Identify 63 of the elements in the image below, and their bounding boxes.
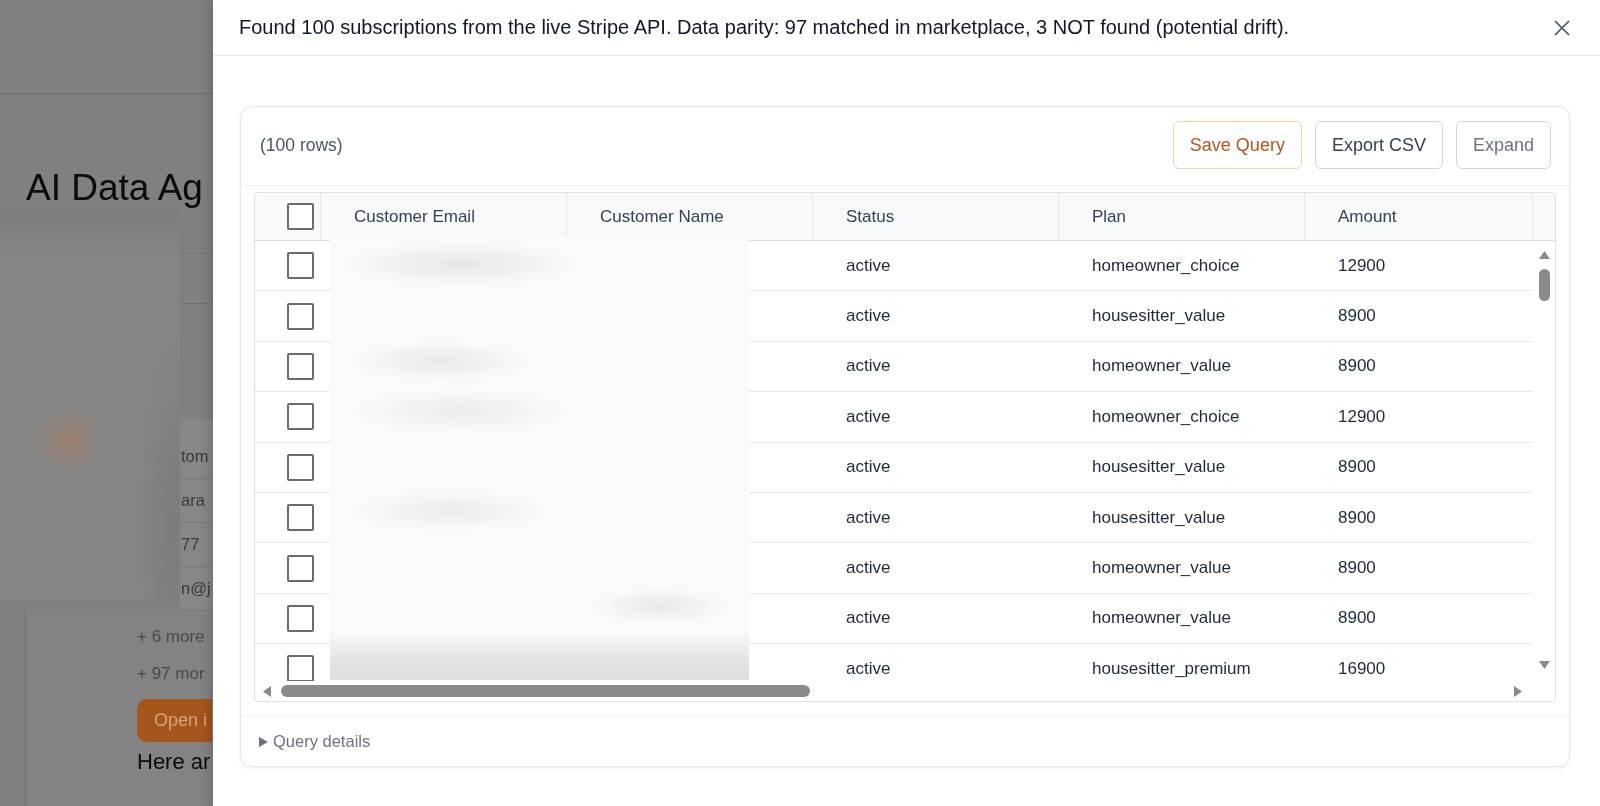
row-checkbox[interactable]	[287, 504, 314, 532]
more-count-text: + 97 mor	[137, 664, 205, 683]
table-cell: homeowner_choice	[1092, 255, 1240, 276]
table-cell: 8900	[1338, 608, 1376, 629]
table-cell: 8900	[1338, 356, 1376, 377]
table-cell: active	[846, 406, 891, 427]
scroll-left-icon[interactable]	[263, 685, 271, 697]
row-checkbox[interactable]	[287, 554, 314, 582]
action-button[interactable]: Save Query	[1172, 121, 1302, 169]
action-button[interactable]: Export CSV	[1314, 121, 1443, 169]
table-cell: n@j	[181, 579, 211, 598]
column-header[interactable]: Amount	[1338, 206, 1397, 227]
table-cell: 8900	[1338, 306, 1376, 327]
table-cell: 8900	[1338, 558, 1376, 579]
column-header[interactable]: Plan	[1092, 206, 1127, 227]
table-cell: active	[846, 457, 891, 478]
row-checkbox[interactable]	[287, 655, 314, 681]
table-cell: homeowner_value	[1092, 608, 1231, 629]
table-cell: housesitter_value	[1092, 507, 1226, 528]
row-checkbox[interactable]	[287, 604, 314, 632]
table-cell: homeowner_choice	[1092, 406, 1240, 427]
table-cell: active	[846, 558, 891, 579]
table-cell: homeowner_value	[1092, 356, 1231, 377]
table-cell: 12900	[1338, 255, 1386, 276]
scrollbar-thumb[interactable]	[281, 685, 810, 697]
row-checkbox[interactable]	[287, 453, 314, 481]
table-cell: tom	[181, 447, 209, 466]
more-count-text: + 6 more	[137, 627, 205, 646]
column-header[interactable]: Customer Name	[600, 206, 724, 227]
scroll-right-icon[interactable]	[1514, 685, 1522, 697]
row-checkbox[interactable]	[287, 302, 314, 330]
table-cell: active	[846, 255, 891, 276]
column-header[interactable]: Status	[846, 206, 895, 227]
table-cell: active	[846, 306, 891, 327]
table-cell: 8900	[1338, 457, 1376, 478]
action-button[interactable]: Expand	[1455, 121, 1551, 169]
table-cell: ara	[181, 491, 205, 510]
table-cell: active	[846, 658, 891, 679]
scroll-up-icon[interactable]	[1538, 251, 1550, 259]
scrollbar-thumb[interactable]	[1538, 269, 1550, 301]
table-cell: active	[846, 356, 891, 377]
table-cell: 8900	[1338, 507, 1376, 528]
table-cell: 16900	[1338, 658, 1386, 679]
table-cell: 12900	[1338, 406, 1386, 427]
result-message: Found 100 subscriptions from the live Stripe API. Data parity: 97 matched in marketplace, 3 NOT found (potential drift).	[239, 16, 1290, 39]
row-checkbox[interactable]	[287, 352, 314, 380]
table-cell: active	[846, 507, 891, 528]
table-cell: housesitter_value	[1092, 306, 1226, 327]
row-count: (100 rows)	[260, 134, 343, 156]
column-header[interactable]: Customer Email	[354, 206, 475, 227]
scroll-down-icon[interactable]	[1538, 661, 1550, 669]
query-details-toggle[interactable]: Query details	[259, 732, 371, 751]
row-checkbox[interactable]	[287, 252, 314, 280]
table-cell: 77	[181, 535, 200, 554]
row-checkbox[interactable]	[287, 403, 314, 431]
table-cell: housesitter_premium	[1092, 658, 1251, 679]
table-cell: active	[846, 608, 891, 629]
close-icon	[1554, 19, 1570, 36]
message-text: Here ar	[137, 749, 211, 774]
select-all-checkbox[interactable]	[287, 203, 314, 230]
page-heading: AI Data Ag	[26, 166, 204, 210]
table-cell: homeowner_value	[1092, 558, 1231, 579]
table-cell: housesitter_value	[1092, 457, 1226, 478]
